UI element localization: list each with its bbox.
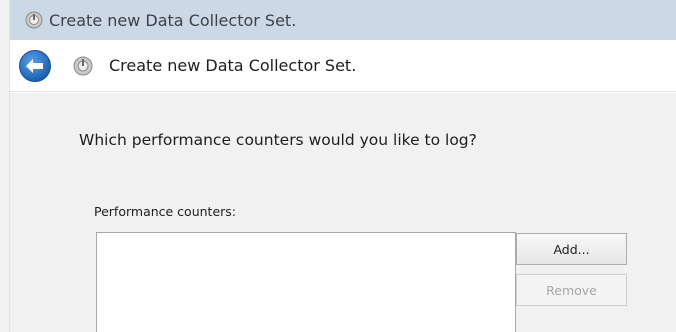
window-title: Create new Data Collector Set. <box>49 10 297 30</box>
window-left-edge <box>0 0 10 332</box>
back-arrow-icon[interactable] <box>18 49 52 83</box>
data-collector-icon <box>73 56 93 75</box>
performance-counters-label: Performance counters: <box>94 204 237 219</box>
remove-button[interactable]: Remove <box>516 274 627 306</box>
add-button[interactable]: Add... <box>516 233 627 265</box>
window-titlebar: Create new Data Collector Set. <box>10 0 676 40</box>
wizard-title: Create new Data Collector Set. <box>109 56 357 75</box>
data-collector-icon <box>25 11 43 29</box>
page-question: Which performance counters would you lik… <box>79 131 477 149</box>
performance-counters-list[interactable] <box>96 232 516 332</box>
wizard-header: Create new Data Collector Set. <box>10 40 676 92</box>
wizard-content: Which performance counters would you lik… <box>10 93 676 332</box>
